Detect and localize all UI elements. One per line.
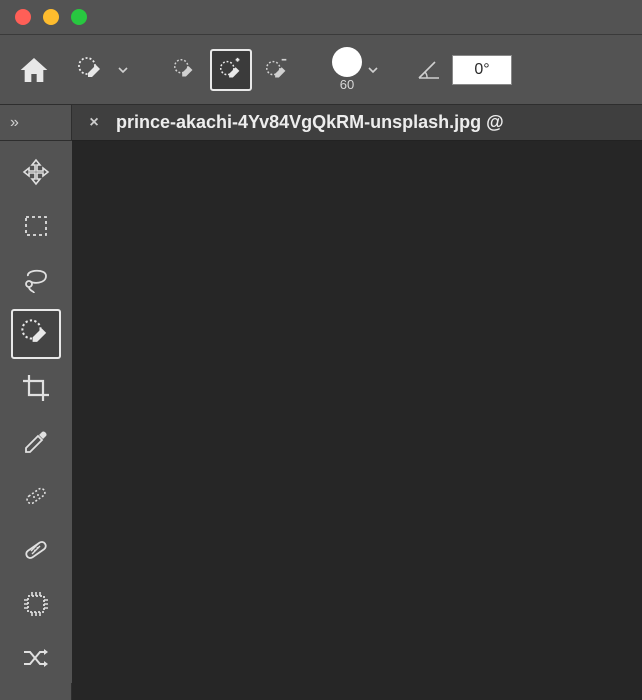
eyedropper-tool[interactable] xyxy=(11,417,61,467)
panel-expand-button[interactable]: » xyxy=(0,105,71,141)
brush-preset[interactable]: 60 xyxy=(332,47,362,92)
options-bar: 60 0° xyxy=(0,35,642,105)
chevron-down-icon xyxy=(368,65,378,75)
marquee-icon xyxy=(21,211,51,241)
new-selection-button[interactable] xyxy=(164,49,206,91)
toolbox xyxy=(0,141,72,683)
brush-preset-flyout[interactable] xyxy=(366,63,380,77)
brush-angle-input[interactable]: 0° xyxy=(452,55,512,85)
crop-icon xyxy=(20,372,52,404)
move-icon xyxy=(20,156,52,188)
close-icon: × xyxy=(89,114,98,132)
maximize-window-button[interactable] xyxy=(71,9,87,25)
window-titlebar xyxy=(0,0,642,35)
selection-mode-group xyxy=(164,49,298,91)
new-selection-icon xyxy=(171,56,199,84)
document-area: × prince-akachi-4Yv84VgQkRM-unsplash.jpg… xyxy=(72,105,642,700)
expand-chevrons-icon: » xyxy=(10,114,17,132)
add-to-selection-button[interactable] xyxy=(210,49,252,91)
shuffle-icon xyxy=(20,642,52,674)
chevron-down-icon xyxy=(118,65,128,75)
move-tool[interactable] xyxy=(11,147,61,197)
canvas[interactable] xyxy=(72,141,642,700)
subtract-from-selection-button[interactable] xyxy=(256,49,298,91)
brush-angle-value: 0° xyxy=(474,61,489,79)
left-panel: » xyxy=(0,105,72,700)
selection-brush-icon xyxy=(76,55,106,85)
recompose-tool[interactable] xyxy=(11,633,61,683)
bandage-dotted-icon xyxy=(20,480,52,512)
add-to-selection-icon xyxy=(217,56,245,84)
chip-icon xyxy=(20,588,52,620)
subtract-from-selection-icon xyxy=(263,56,291,84)
selection-brush-icon xyxy=(19,317,53,351)
crop-tool[interactable] xyxy=(11,363,61,413)
close-window-button[interactable] xyxy=(15,9,31,25)
tool-indicator[interactable] xyxy=(70,49,112,91)
brush-preview-dot xyxy=(332,47,362,77)
selection-brush-tool[interactable] xyxy=(11,309,61,359)
tab-close-button[interactable]: × xyxy=(86,115,102,131)
cookie-cutter-tool[interactable] xyxy=(11,579,61,629)
healing-brush-tool[interactable] xyxy=(11,471,61,521)
home-button[interactable] xyxy=(10,46,58,94)
tool-indicator-group xyxy=(70,49,130,91)
bandage-icon xyxy=(20,534,52,566)
tool-indicator-flyout[interactable] xyxy=(116,63,130,77)
brush-preset-group: 60 xyxy=(332,47,380,92)
brush-size-value: 60 xyxy=(340,77,354,92)
lasso-tool[interactable] xyxy=(11,255,61,305)
document-tab-label[interactable]: prince-akachi-4Yv84VgQkRM-unsplash.jpg @ xyxy=(116,112,504,133)
brush-tool[interactable] xyxy=(11,525,61,575)
marquee-tool[interactable] xyxy=(11,201,61,251)
brush-angle-group: 0° xyxy=(414,55,512,85)
document-tab-bar: × prince-akachi-4Yv84VgQkRM-unsplash.jpg… xyxy=(72,105,642,141)
lasso-icon xyxy=(20,264,52,296)
minimize-window-button[interactable] xyxy=(43,9,59,25)
angle-icon xyxy=(414,55,444,85)
home-icon xyxy=(18,54,50,86)
eyedropper-icon xyxy=(20,426,52,458)
